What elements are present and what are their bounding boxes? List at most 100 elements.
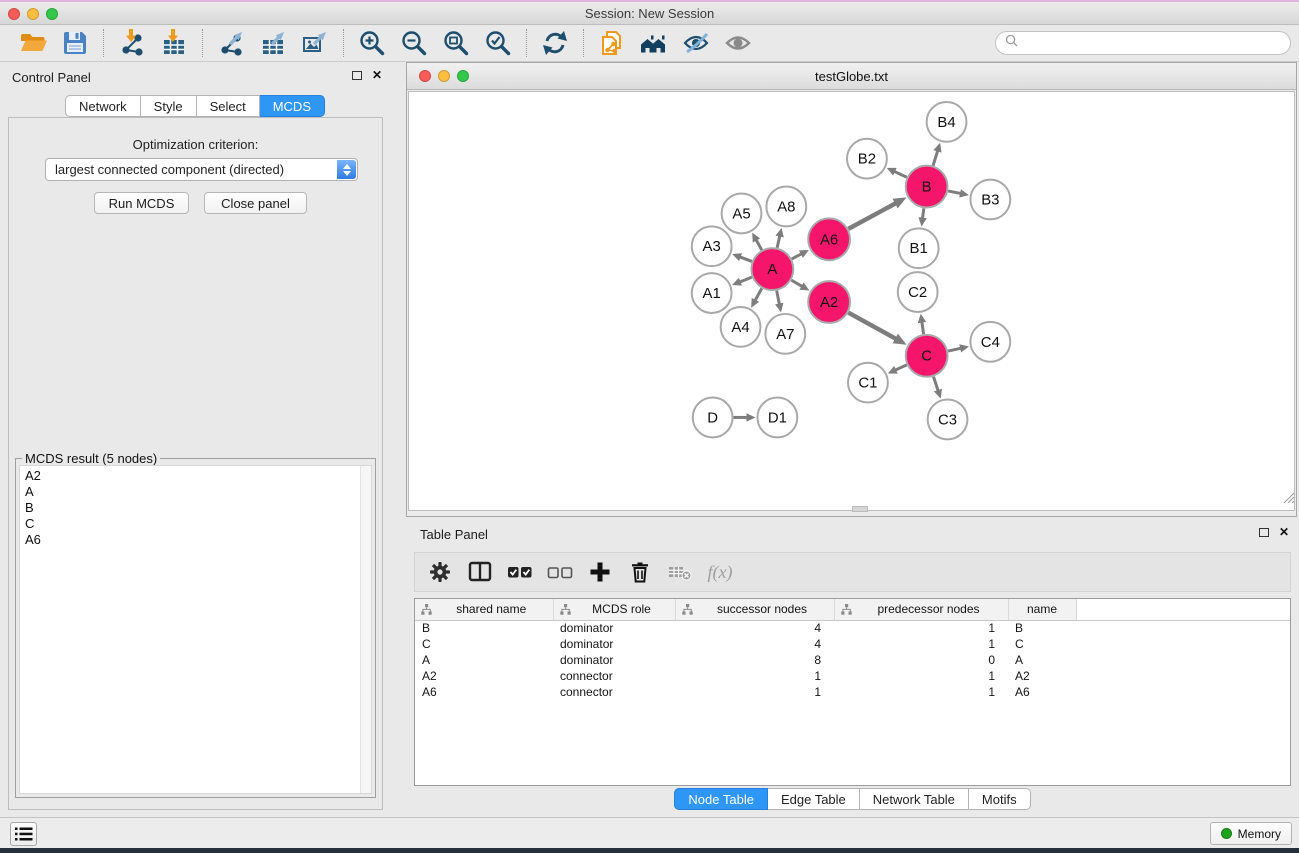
graph-node-C[interactable]: C — [906, 335, 948, 377]
column-header-name[interactable]: name — [1008, 599, 1076, 620]
graph-node-A3[interactable]: A3 — [692, 226, 732, 266]
run-mcds-button[interactable]: Run MCDS — [94, 192, 189, 214]
column-header-predecessor-nodes[interactable]: predecessor nodes — [834, 599, 1008, 620]
tab-style[interactable]: Style — [141, 95, 197, 117]
import-table-button[interactable] — [158, 28, 190, 59]
save-session-button[interactable] — [59, 28, 91, 59]
zoom-in-button[interactable] — [356, 28, 388, 59]
network-canvas[interactable]: B4 B2 B B3 A5A8A6 B1 A3 A A1 C2 A2 A4A7 C4 C C1 D D1 C3 — [408, 91, 1295, 511]
graph-node-D[interactable]: D — [693, 398, 733, 438]
float-panel-icon[interactable] — [352, 71, 362, 80]
float-table-panel-icon[interactable] — [1259, 528, 1269, 537]
graph-node-B4[interactable]: B4 — [927, 102, 967, 142]
graph-edge[interactable] — [792, 254, 802, 259]
network-window-titlebar[interactable]: testGlobe.txt — [407, 63, 1296, 90]
mcds-result-list[interactable]: A2ABCA6 — [19, 465, 372, 794]
graph-edge[interactable] — [948, 191, 961, 194]
column-header-shared-name[interactable]: shared name — [415, 599, 553, 620]
export-network-button[interactable] — [215, 28, 247, 59]
tab-mcds[interactable]: MCDS — [260, 95, 325, 117]
tab-network[interactable]: Network — [65, 95, 141, 117]
column-header-mcds-role[interactable]: MCDS role — [553, 599, 675, 620]
show-neighbors-button[interactable] — [638, 28, 670, 59]
graph-edge[interactable] — [933, 150, 938, 165]
graph-edge[interactable] — [740, 257, 752, 262]
table-row[interactable]: A2connector11A2 — [415, 668, 1290, 684]
graph-node-C2[interactable]: C2 — [898, 272, 938, 312]
open-file-button[interactable] — [17, 28, 49, 59]
graph-node-A8[interactable]: A8 — [766, 187, 806, 227]
graph-edge[interactable] — [848, 203, 896, 229]
close-panel-button[interactable]: Close panel — [204, 192, 307, 214]
zoom-selected-button[interactable] — [482, 28, 514, 59]
table-row[interactable]: A6connector11A6 — [415, 684, 1290, 700]
mcds-result-item[interactable]: C — [20, 516, 371, 532]
graph-node-A7[interactable]: A7 — [765, 314, 805, 354]
scrollbar-track[interactable] — [360, 466, 371, 793]
add-row-button[interactable] — [585, 557, 615, 587]
tab-network-table[interactable]: Network Table — [860, 788, 969, 810]
graph-edge[interactable] — [777, 291, 780, 305]
table-row[interactable]: Cdominator41C — [415, 636, 1290, 652]
graph-node-A2[interactable]: A2 — [808, 281, 850, 323]
import-network-button[interactable] — [116, 28, 148, 59]
graph-node-A[interactable]: A — [751, 248, 793, 290]
tab-edge-table[interactable]: Edge Table — [768, 788, 860, 810]
tab-select[interactable]: Select — [197, 95, 260, 117]
zoom-fit-button[interactable] — [440, 28, 472, 59]
mcds-result-item[interactable]: A6 — [20, 532, 371, 548]
mcds-result-item[interactable]: A2 — [20, 468, 371, 484]
deselect-all-button[interactable] — [545, 557, 575, 587]
mcds-result-item[interactable]: B — [20, 500, 371, 516]
graph-edge[interactable] — [922, 208, 923, 218]
graph-edge[interactable] — [755, 288, 762, 300]
tab-motifs[interactable]: Motifs — [969, 788, 1031, 810]
show-all-button[interactable] — [722, 28, 754, 59]
graph-node-C1[interactable]: C1 — [848, 363, 888, 403]
graph-node-A1[interactable]: A1 — [692, 273, 732, 313]
divider-handle[interactable] — [852, 506, 868, 512]
graph-node-A5[interactable]: A5 — [722, 194, 762, 234]
close-panel-icon[interactable]: ✕ — [372, 70, 382, 80]
graph-node-A4[interactable]: A4 — [721, 307, 761, 347]
search-box[interactable] — [995, 31, 1291, 55]
graph-edge[interactable] — [739, 277, 752, 282]
search-input[interactable] — [1023, 36, 1281, 50]
show-panels-button[interactable] — [10, 822, 37, 846]
memory-button[interactable]: Memory — [1210, 822, 1292, 845]
graph-edge[interactable] — [756, 240, 762, 250]
graph-node-B[interactable]: B — [906, 166, 948, 208]
graph-edge[interactable] — [895, 365, 907, 370]
graph-node-C4[interactable]: C4 — [970, 322, 1010, 362]
graph-edge[interactable] — [948, 348, 961, 351]
graph-node-C3[interactable]: C3 — [928, 400, 968, 440]
refresh-view-button[interactable] — [539, 28, 571, 59]
export-image-button[interactable] — [299, 28, 331, 59]
tab-node-table[interactable]: Node Table — [674, 788, 768, 810]
graph-edge[interactable] — [791, 280, 802, 286]
graph-node-D1[interactable]: D1 — [757, 398, 797, 438]
settings-button[interactable] — [425, 557, 455, 587]
graph-edge[interactable] — [922, 322, 924, 334]
graph-edge[interactable] — [894, 171, 907, 177]
graph-node-B1[interactable]: B1 — [899, 228, 939, 268]
graph-node-A6[interactable]: A6 — [808, 218, 850, 260]
delete-row-button[interactable] — [625, 557, 655, 587]
resize-grip-icon[interactable] — [1281, 490, 1294, 508]
select-all-button[interactable] — [505, 557, 535, 587]
mcds-result-item[interactable]: A — [20, 484, 371, 500]
graph-edge[interactable] — [777, 236, 780, 248]
column-header-successor-nodes[interactable]: successor nodes — [675, 599, 834, 620]
hide-selected-button[interactable] — [680, 28, 712, 59]
optimization-criterion-select[interactable]: largest connected component (directed) — [45, 158, 358, 181]
graph-edge[interactable] — [848, 313, 896, 339]
table-row[interactable]: Adominator80A — [415, 652, 1290, 668]
graph-node-B3[interactable]: B3 — [970, 180, 1010, 220]
close-table-panel-icon[interactable]: ✕ — [1279, 527, 1289, 537]
zoom-out-button[interactable] — [398, 28, 430, 59]
graph-edge[interactable] — [933, 377, 938, 392]
graph-node-B2[interactable]: B2 — [847, 139, 887, 179]
split-view-button[interactable] — [465, 557, 495, 587]
export-table-button[interactable] — [257, 28, 289, 59]
clone-network-button[interactable] — [596, 28, 628, 59]
